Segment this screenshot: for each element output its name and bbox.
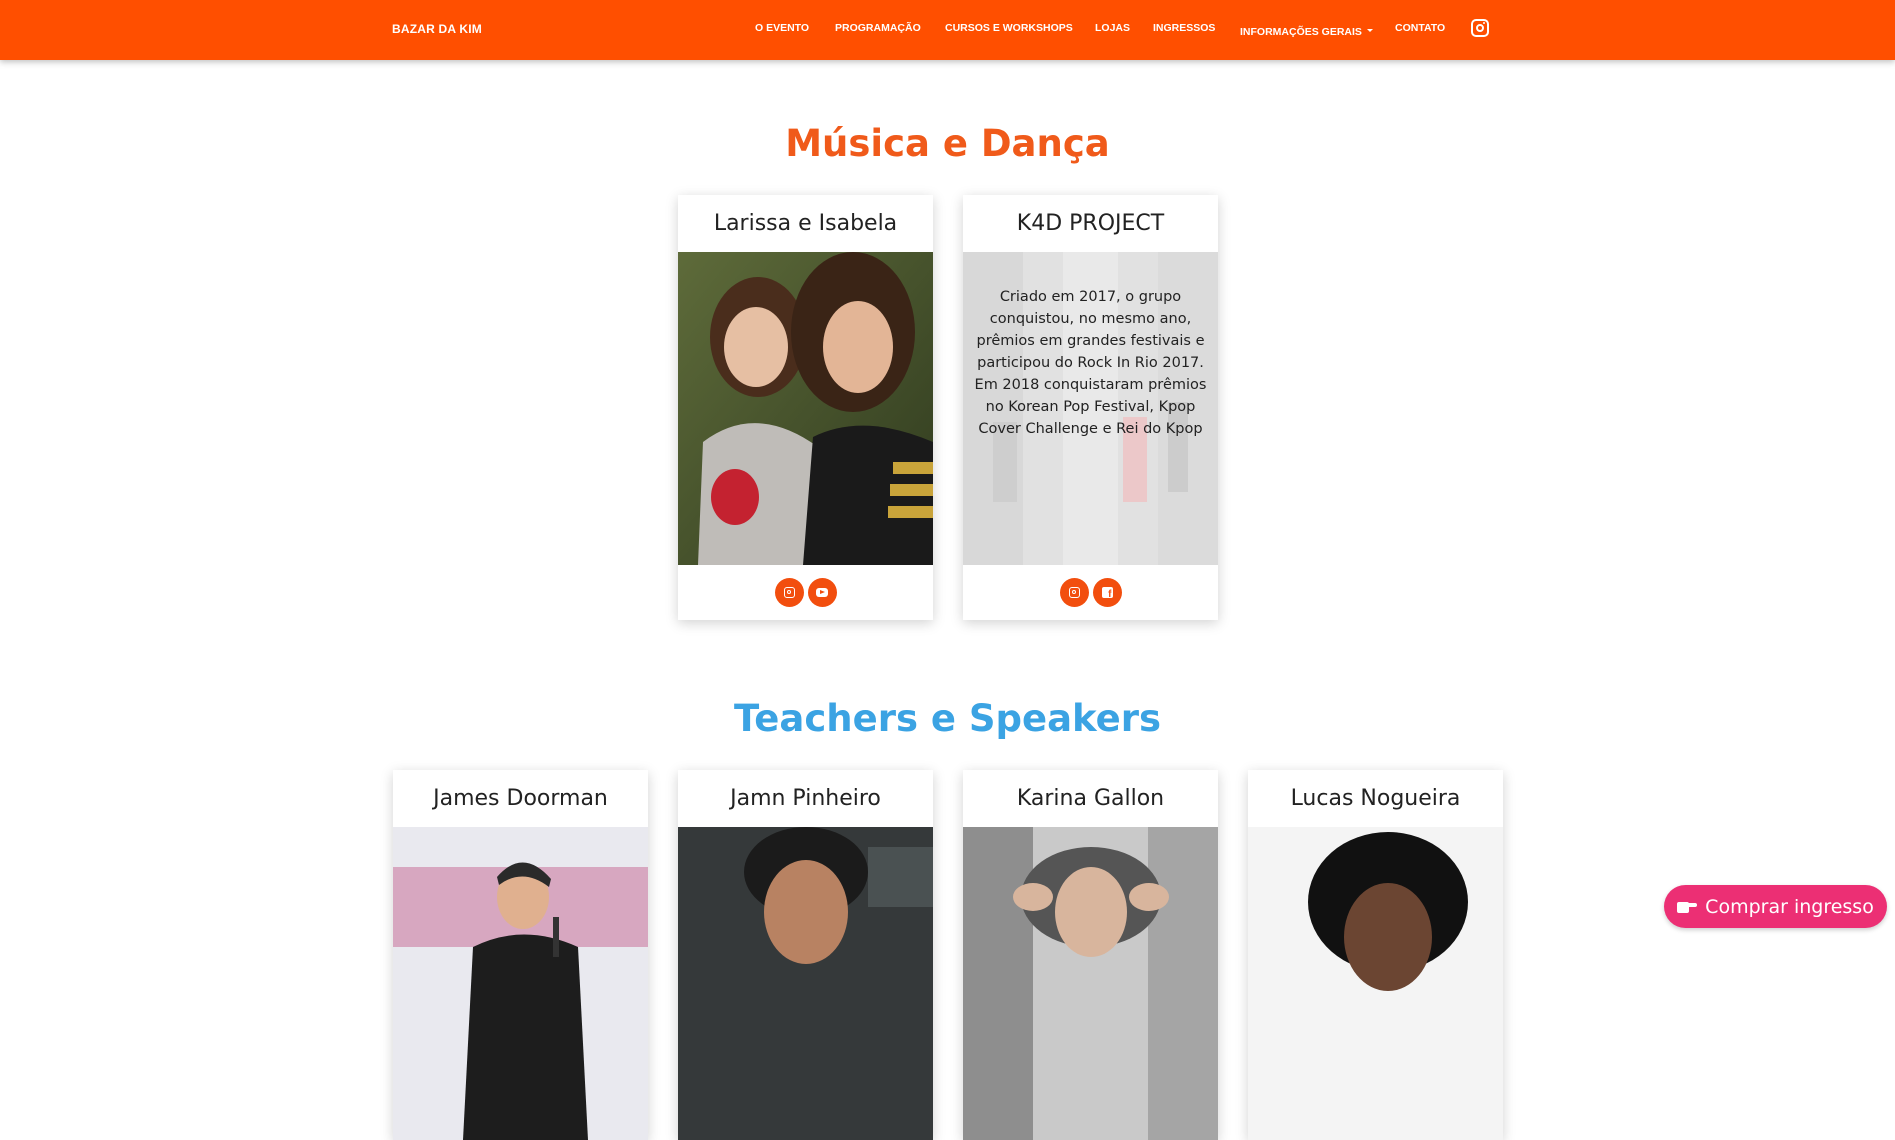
social-links bbox=[963, 565, 1218, 620]
teacher-photo bbox=[393, 827, 648, 1140]
teacher-card: Lucas Nogueira bbox=[1248, 770, 1503, 1140]
artist-photo bbox=[678, 252, 933, 565]
card-name: Jamn Pinheiro bbox=[730, 786, 881, 811]
teacher-photo bbox=[1248, 827, 1503, 1140]
nav-item-programacao[interactable]: PROGRAMAÇÃO bbox=[835, 22, 921, 34]
instagram-icon[interactable] bbox=[1471, 19, 1489, 37]
nav-item-cursos[interactable]: CURSOS E WORKSHOPS bbox=[945, 22, 1073, 34]
section-title-musica: Música e Dança bbox=[785, 122, 1110, 165]
teacher-photo bbox=[963, 827, 1218, 1140]
karina-gallon-photo bbox=[963, 827, 1218, 1140]
youtube-icon bbox=[816, 588, 828, 597]
teacher-card: Jamn Pinheiro bbox=[678, 770, 933, 1140]
section-title-teachers: Teachers e Speakers bbox=[733, 697, 1162, 740]
card-name: Karina Gallon bbox=[1016, 786, 1165, 811]
hand-pointer-icon bbox=[1677, 900, 1698, 914]
nav-item-o-evento[interactable]: O EVENTO bbox=[755, 22, 809, 34]
teacher-card: James Doorman bbox=[393, 770, 648, 1140]
nav-item-informacoes-dropdown[interactable]: INFORMAÇÕES GERAIS bbox=[1240, 22, 1373, 40]
nav-item-ingressos[interactable]: INGRESSOS bbox=[1153, 22, 1215, 34]
facebook-icon bbox=[1101, 587, 1113, 600]
teacher-photo bbox=[678, 827, 933, 1140]
artist-photo-overlay: Criado em 2017, o grupo conquistou, no m… bbox=[963, 252, 1218, 565]
card-name: Larissa e Isabela bbox=[713, 211, 898, 236]
buy-ticket-label: Comprar ingresso bbox=[1705, 895, 1874, 918]
brand-logo[interactable]: BAZAR DA KIM bbox=[392, 22, 482, 36]
instagram-button[interactable] bbox=[774, 578, 804, 607]
facebook-button[interactable] bbox=[1092, 578, 1122, 607]
instagram-button[interactable] bbox=[1059, 578, 1089, 607]
chevron-down-icon bbox=[1366, 29, 1373, 33]
card-name: K4D PROJECT bbox=[1016, 211, 1165, 236]
artist-description: Criado em 2017, o grupo conquistou, no m… bbox=[974, 289, 1207, 437]
youtube-button[interactable] bbox=[807, 578, 837, 607]
instagram-icon bbox=[783, 587, 795, 598]
nav-item-contato[interactable]: CONTATO bbox=[1395, 22, 1445, 34]
jamn-pinheiro-photo bbox=[678, 827, 933, 1140]
lucas-nogueira-photo bbox=[1248, 827, 1503, 1140]
teacher-card: Karina Gallon bbox=[963, 770, 1218, 1140]
james-doorman-photo bbox=[393, 827, 648, 1140]
nav-item-informacoes-label: INFORMAÇÕES GERAIS bbox=[1240, 26, 1362, 38]
instagram-icon bbox=[1068, 587, 1080, 598]
top-navbar: BAZAR DA KIM O EVENTO PROGRAMAÇÃO CURSOS… bbox=[0, 0, 1895, 60]
card-name: Lucas Nogueira bbox=[1290, 786, 1461, 811]
card-name: James Doorman bbox=[433, 786, 608, 811]
artist-card: Larissa e Isabela bbox=[678, 195, 933, 620]
social-links bbox=[678, 565, 933, 620]
buy-ticket-button[interactable]: Comprar ingresso bbox=[1664, 885, 1887, 928]
larissa-isabela-photo bbox=[678, 252, 933, 565]
nav-item-lojas[interactable]: LOJAS bbox=[1095, 22, 1130, 34]
artist-card: K4D PROJECT Criado em 2017, o grupo conq… bbox=[963, 195, 1218, 620]
